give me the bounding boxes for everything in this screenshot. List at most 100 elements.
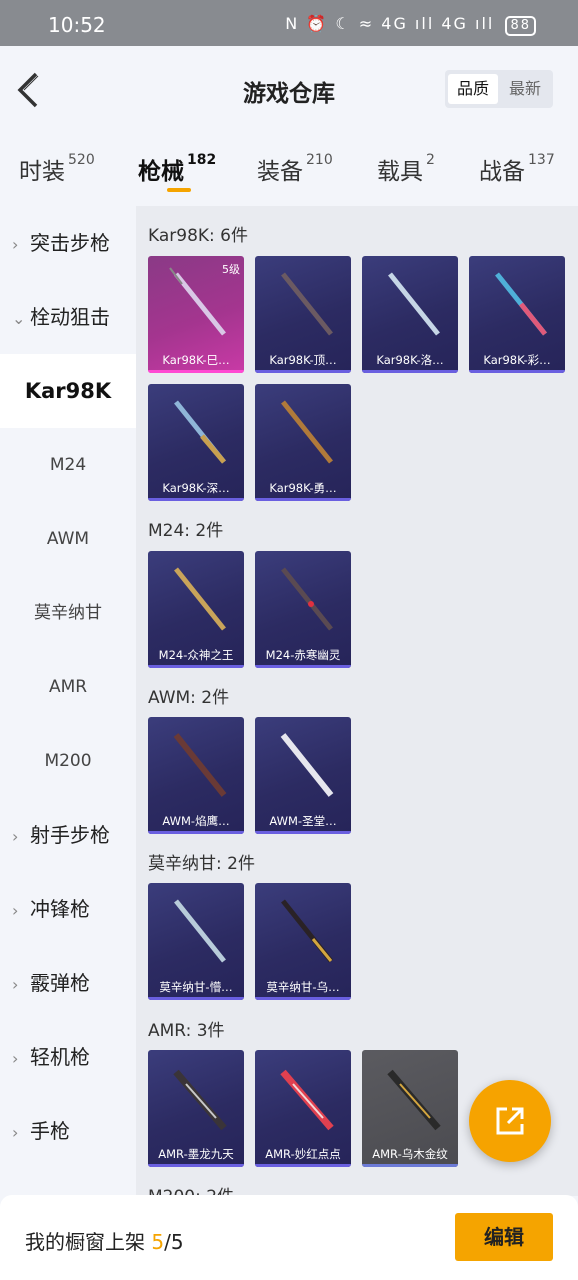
item-card[interactable]: AWM-焰鹰… [148,717,244,834]
item-label: M24-众神之王 [158,648,234,662]
rifle-icon [387,1069,441,1131]
chevron-right-icon: › [12,1123,19,1142]
showcase-current-count: 5 [151,1230,165,1254]
chevron-right-icon: › [12,827,19,846]
bottom-bar: 我的橱窗上架 5/5 编辑 [0,1195,578,1280]
status-icons: N ⏰ ☾ ≈ 4G ıll 4G ıll 88 [285,14,536,36]
tab-equipment[interactable]: 装备 210 [257,152,333,186]
sidebar-item-m200[interactable]: M200 [0,724,136,798]
item-label: M24-赤寒幽灵 [265,648,341,662]
sidebar-item-lmg[interactable]: › 轻机枪 [0,1020,136,1094]
tab-supplies[interactable]: 战备 137 [479,152,555,186]
chevron-right-icon: › [12,235,19,254]
sidebar-item-bolt-sniper[interactable]: ⌄ 栓动狙击 [0,280,136,354]
item-card[interactable]: AMR-妙红点点 [255,1050,351,1167]
sidebar-item-dmr[interactable]: › 射手步枪 [0,798,136,872]
share-button[interactable] [469,1080,551,1162]
item-card[interactable]: M24-赤寒幽灵 [255,551,351,668]
group-title: AWM: 2件 [148,688,230,708]
rifle-icon [169,267,226,336]
sort-newest-button[interactable]: 最新 [500,74,550,104]
sidebar-item-smg[interactable]: › 冲锋枪 [0,872,136,946]
header: 游戏仓库 品质 最新 [0,46,578,132]
item-label: Kar98K-勇… [269,481,337,495]
sidebar-item-shotgun[interactable]: › 霰弹枪 [0,946,136,1020]
item-card[interactable]: M24-众神之王 [148,551,244,668]
item-card[interactable]: 莫辛纳甘-乌… [255,883,351,1000]
showcase-status: 我的橱窗上架 5/5 [25,1226,184,1255]
showcase-total-count: /5 [164,1230,184,1254]
chevron-right-icon: › [12,1049,19,1068]
item-card[interactable]: AWM-圣堂… [255,717,351,834]
rifle-icon [281,899,333,963]
tab-label: 枪械 [138,159,184,185]
edit-button[interactable]: 编辑 [455,1213,553,1261]
tab-count: 137 [528,152,555,168]
battery-icon: 88 [505,16,536,36]
item-card[interactable]: 5级 Kar98K-巳… [148,256,244,373]
item-label: Kar98K-深… [162,481,230,495]
tab-label: 装备 [257,159,303,185]
sidebar-item-label: 轻机枪 [30,1045,90,1069]
item-card[interactable]: AMR-墨龙九天 [148,1050,244,1167]
group-title: AMR: 3件 [148,1021,225,1041]
item-label: AMR-妙红点点 [265,1147,341,1161]
sidebar-item-amr[interactable]: AMR [0,650,136,724]
tab-label: 时装 [19,159,65,185]
share-icon [496,1107,524,1135]
group-title: M200: 2件 [148,1182,234,1196]
rifle-icon [281,400,333,464]
sidebar-item-m24[interactable]: M24 [0,428,136,502]
tab-fashion[interactable]: 时装 520 [19,152,95,186]
rifle-icon [281,567,333,631]
item-label: 莫辛纳甘-懵… [159,980,233,994]
sidebar-item-mosin[interactable]: 莫辛纳甘 [0,576,136,650]
sidebar-item-label: 霰弹枪 [30,971,90,995]
item-label: AWM-焰鹰… [162,814,230,828]
tab-vehicles[interactable]: 载具 2 [377,152,435,186]
rifle-icon [280,1069,334,1131]
item-label: Kar98K-彩… [483,353,551,367]
chevron-right-icon: › [12,901,19,920]
tab-label: 战备 [479,159,525,185]
rifle-icon [173,733,227,797]
sidebar-item-pistol[interactable]: › 手枪 [0,1094,136,1168]
sidebar-item-label: 射手步枪 [30,823,110,847]
item-card[interactable]: Kar98K-勇… [255,384,351,501]
item-card[interactable]: AMR-乌木金纹 [362,1050,458,1167]
sidebar-item-kar98k[interactable]: Kar98K [0,354,136,428]
rifle-icon [495,272,547,336]
category-tabs: 时装 520 枪械 182 装备 210 载具 2 战备 137 [0,132,578,206]
item-card[interactable]: Kar98K-顶… [255,256,351,373]
group-title: Kar98K: 6件 [148,226,248,246]
item-label: Kar98K-洛… [376,353,444,367]
group-title: M24: 2件 [148,521,224,541]
sidebar: › 突击步枪 ⌄ 栓动狙击 Kar98K M24 AWM 莫辛纳甘 AMR M200… [0,206,136,1196]
item-card[interactable]: Kar98K-洛… [362,256,458,373]
sidebar-item-label: 栓动狙击 [30,305,110,329]
rifle-icon [174,899,226,963]
tab-guns[interactable]: 枪械 182 [138,152,216,186]
item-card[interactable]: Kar98K-深… [148,384,244,501]
rifle-icon [174,400,226,464]
item-card[interactable]: 莫辛纳甘-懵… [148,883,244,1000]
item-label: AWM-圣堂… [269,814,337,828]
item-label: Kar98K-巳… [162,353,230,367]
sidebar-item-assault-rifle[interactable]: › 突击步枪 [0,206,136,280]
item-label: Kar98K-顶… [269,353,337,367]
item-label: 莫辛纳甘-乌… [266,980,340,994]
status-icon-row: N ⏰ ☾ ≈ 4G ıll 4G ıll [285,14,495,33]
rifle-icon [280,733,334,797]
sidebar-item-label: 手枪 [30,1119,70,1143]
sidebar-item-label: 突击步枪 [30,231,110,255]
sort-toggle: 品质 最新 [445,70,553,108]
status-time: 10:52 [48,13,106,37]
sidebar-item-awm[interactable]: AWM [0,502,136,576]
rifle-icon [174,567,226,631]
sort-quality-button[interactable]: 品质 [448,74,498,104]
tab-count: 520 [68,152,95,168]
item-card[interactable]: Kar98K-彩… [469,256,565,373]
item-grid: Kar98K: 6件 5级 Kar98K-巳… Kar98K-顶… Kar98K… [136,206,578,1196]
rifle-icon [388,272,440,336]
rifle-icon [281,272,333,336]
